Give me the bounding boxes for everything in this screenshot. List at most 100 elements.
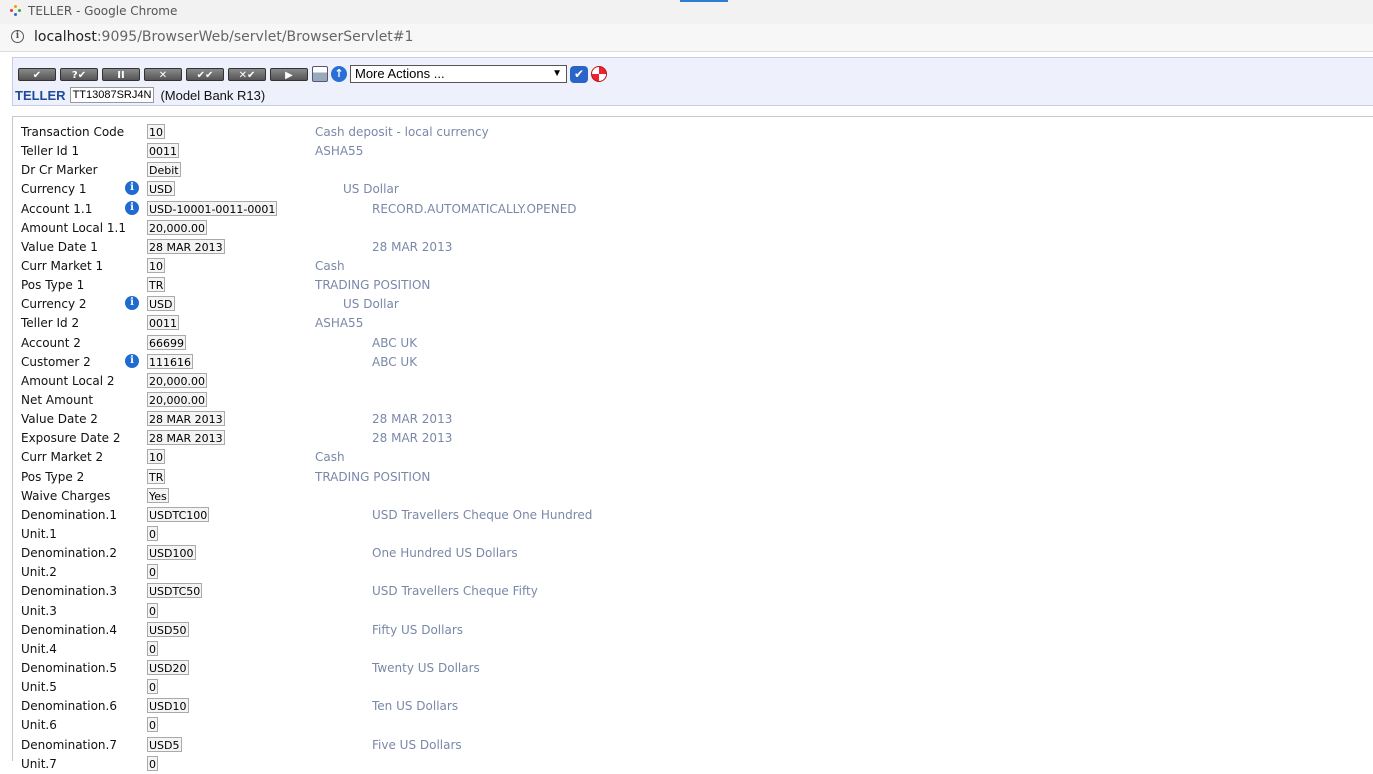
field-value[interactable]: Debit bbox=[147, 162, 181, 178]
field-label: Currency 1 bbox=[21, 182, 87, 197]
field-label: Amount Local 1.1 bbox=[21, 220, 126, 235]
checkmark-icon[interactable]: ✔ bbox=[570, 65, 588, 83]
field-label: Account 1.1 bbox=[21, 201, 93, 216]
active-tab-indicator bbox=[680, 0, 728, 2]
reverse-button[interactable]: ✕✔ bbox=[228, 67, 266, 81]
field-value[interactable]: 10 bbox=[147, 124, 165, 139]
field-label: Denomination.3 bbox=[21, 584, 117, 599]
print-icon[interactable] bbox=[312, 66, 328, 82]
field-label: Value Date 2 bbox=[21, 412, 98, 427]
field-value[interactable]: 10 bbox=[147, 449, 165, 465]
enrichment-text: Cash bbox=[315, 258, 345, 273]
address-bar[interactable]: i localhost:9095/BrowserWeb/servlet/Brow… bbox=[0, 24, 1373, 52]
field-value[interactable]: USD100 bbox=[147, 545, 196, 561]
field-label: Unit.7 bbox=[21, 756, 57, 771]
field-value[interactable]: 0 bbox=[147, 640, 158, 656]
upload-icon[interactable]: ↑ bbox=[331, 66, 347, 82]
enrichment-text: Cash bbox=[315, 450, 345, 465]
field-value[interactable]: 20,000.00 bbox=[147, 372, 207, 388]
field-value[interactable]: 20,000.00 bbox=[147, 391, 207, 407]
field-label: Curr Market 1 bbox=[21, 258, 104, 273]
field-label: Denomination.5 bbox=[21, 660, 117, 675]
field-value[interactable]: USD20 bbox=[147, 659, 189, 675]
field-label: Unit.5 bbox=[21, 680, 57, 695]
validate-query-button[interactable]: ?✔ bbox=[60, 67, 98, 81]
enrichment-text: TRADING POSITION bbox=[315, 278, 431, 293]
app-favicon-icon bbox=[9, 4, 22, 17]
field-label: Pos Type 1 bbox=[21, 278, 85, 293]
delete-button[interactable]: ✕ bbox=[144, 67, 182, 81]
info-icon[interactable]: i bbox=[125, 353, 139, 368]
field-value[interactable]: 0 bbox=[147, 564, 158, 580]
info-icon[interactable]: i bbox=[125, 200, 139, 215]
field-value[interactable]: USD10 bbox=[147, 698, 189, 714]
field-value[interactable]: 66699 bbox=[147, 334, 186, 350]
info-icon[interactable]: i bbox=[125, 181, 139, 196]
field-value[interactable]: USD50 bbox=[147, 621, 189, 637]
field-value[interactable]: USD-10001-0011-0001 bbox=[147, 200, 278, 216]
lifebuoy-icon[interactable] bbox=[591, 66, 607, 82]
field-value[interactable]: 28 MAR 2013 bbox=[147, 411, 225, 427]
info-icon[interactable]: i bbox=[125, 296, 139, 311]
field-label: Unit.2 bbox=[21, 565, 57, 580]
field-label: Customer 2 bbox=[21, 354, 91, 369]
field-value[interactable]: 0 bbox=[147, 679, 158, 695]
field-label: Exposure Date 2 bbox=[21, 431, 121, 446]
field-value[interactable]: 28 MAR 2013 bbox=[147, 430, 225, 446]
enrichment-text: ASHA55 bbox=[315, 144, 364, 159]
enrichment-text: Five US Dollars bbox=[372, 737, 462, 752]
field-value[interactable]: 0 bbox=[147, 717, 158, 733]
field-value[interactable]: 0 bbox=[147, 755, 158, 771]
field-value[interactable]: USDTC50 bbox=[147, 583, 203, 599]
field-value[interactable]: 111616 bbox=[147, 353, 193, 369]
field-value[interactable]: TR bbox=[147, 468, 166, 484]
validate-button[interactable]: ✔ bbox=[18, 67, 56, 81]
enrichment-text: Cash deposit - local currency bbox=[315, 125, 489, 139]
next-button[interactable]: ▶ bbox=[270, 67, 308, 81]
more-actions-select[interactable]: More Actions ... ▼ bbox=[350, 65, 567, 83]
record-header: TELLER TT13087SRJ4N (Model Bank R13) bbox=[15, 86, 265, 104]
field-value[interactable]: Yes bbox=[147, 487, 169, 503]
field-value[interactable]: TR bbox=[147, 277, 166, 293]
chevron-down-icon: ▼ bbox=[552, 68, 562, 79]
field-value[interactable]: 0011 bbox=[147, 315, 179, 331]
field-value[interactable]: USD bbox=[147, 296, 175, 312]
enrichment-text: One Hundred US Dollars bbox=[372, 546, 518, 561]
field-value[interactable]: USD bbox=[147, 181, 175, 197]
enrichment-text: US Dollar bbox=[343, 182, 399, 197]
field-label: Account 2 bbox=[21, 335, 81, 350]
field-value[interactable]: 0 bbox=[147, 525, 158, 541]
field-value[interactable]: USD5 bbox=[147, 736, 182, 752]
enrichment-text: US Dollar bbox=[343, 297, 399, 312]
company-name: (Model Bank R13) bbox=[160, 87, 266, 103]
window-title: TELLER - Google Chrome bbox=[28, 4, 178, 18]
field-value[interactable]: 0011 bbox=[147, 143, 179, 159]
url-text[interactable]: localhost:9095/BrowserWeb/servlet/Browse… bbox=[34, 29, 413, 45]
transaction-id-field[interactable]: TT13087SRJ4N bbox=[69, 87, 155, 103]
enrichment-text: USD Travellers Cheque One Hundred bbox=[372, 507, 593, 522]
enrichment-text: 28 MAR 2013 bbox=[372, 412, 453, 427]
toolbar-panel: ✔ ?✔ II ✕ ✔✔ ✕✔ ▶ ↑ More Actions ... ▼ ✔ TELLER… bbox=[12, 57, 1373, 106]
field-label: Denomination.1 bbox=[21, 507, 117, 522]
field-label: Denomination.4 bbox=[21, 622, 117, 637]
field-label: Denomination.2 bbox=[21, 546, 117, 561]
field-value[interactable]: 0 bbox=[147, 602, 158, 618]
field-value[interactable]: USDTC100 bbox=[147, 506, 210, 522]
enrichment-text: 28 MAR 2013 bbox=[372, 431, 453, 446]
field-label: Denomination.7 bbox=[21, 737, 117, 752]
hold-button[interactable]: II bbox=[102, 67, 140, 81]
field-label: Unit.1 bbox=[21, 526, 57, 541]
field-label: Value Date 1 bbox=[21, 239, 98, 254]
field-label: Pos Type 2 bbox=[21, 469, 85, 484]
field-value[interactable]: 20,000.00 bbox=[147, 219, 207, 235]
enrichment-text: Ten US Dollars bbox=[372, 699, 459, 714]
field-label: Unit.4 bbox=[21, 641, 57, 656]
field-value[interactable]: 10 bbox=[147, 257, 165, 273]
field-label: Unit.3 bbox=[21, 603, 57, 618]
field-value[interactable]: 28 MAR 2013 bbox=[147, 238, 225, 254]
authorise-button[interactable]: ✔✔ bbox=[186, 67, 224, 81]
field-label: Net Amount bbox=[21, 392, 94, 407]
field-label: Denomination.6 bbox=[21, 699, 117, 714]
application-name: TELLER bbox=[15, 87, 66, 103]
site-info-icon[interactable]: i bbox=[11, 30, 24, 43]
